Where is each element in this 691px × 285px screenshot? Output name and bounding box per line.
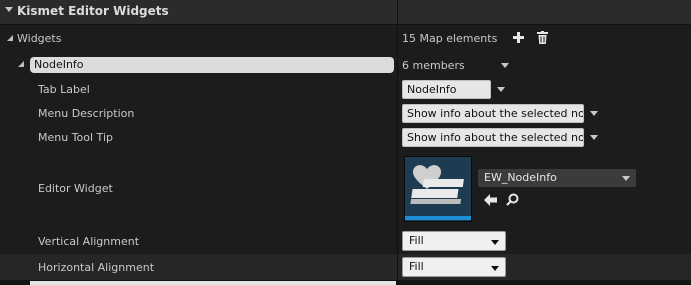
widget-blueprint-icon: [405, 165, 471, 220]
map-key-text: NodeInfo: [34, 58, 84, 71]
chevron-down-icon[interactable]: [501, 63, 509, 68]
chevron-down-icon: [491, 266, 499, 271]
category-title: Kismet Editor Widgets: [17, 4, 169, 18]
asset-thumbnail[interactable]: [404, 156, 472, 222]
arrow-left-icon[interactable]: [484, 194, 497, 206]
widgets-row: [0, 25, 691, 52]
expand-arrow-icon[interactable]: [18, 61, 24, 67]
horizontal-alignment-select[interactable]: Fill: [402, 257, 506, 277]
chevron-down-icon[interactable]: [590, 135, 598, 140]
menu-description-value: Show info about the selected node: [407, 107, 584, 120]
tab-label-row: [0, 77, 691, 101]
tab-label-value: NodeInfo: [407, 83, 457, 96]
collapse-arrow-icon[interactable]: [5, 7, 13, 12]
menu-tooltip-input[interactable]: Show info about the selected node: [402, 128, 584, 147]
vertical-alignment-value: Fill: [409, 234, 424, 247]
horizontal-alignment-label: Horizontal Alignment: [38, 261, 155, 274]
asset-picker-combo[interactable]: EW_NodeInfo: [478, 169, 636, 187]
column-divider[interactable]: [397, 0, 398, 285]
chevron-down-icon: [622, 176, 630, 181]
widgets-label: Widgets: [17, 32, 62, 45]
horizontal-alignment-value: Fill: [409, 260, 424, 273]
menu-description-label: Menu Description: [38, 107, 135, 120]
trash-icon[interactable]: [537, 31, 548, 44]
map-elements-count: 15 Map elements: [402, 32, 498, 45]
editor-widget-label: Editor Widget: [38, 182, 113, 195]
chevron-down-icon[interactable]: [497, 87, 505, 92]
vertical-alignment-select[interactable]: Fill: [402, 231, 506, 251]
next-entry-field-edge: [30, 281, 396, 285]
tab-label-input[interactable]: NodeInfo: [402, 80, 491, 99]
expand-arrow-icon[interactable]: [7, 35, 13, 41]
vertical-alignment-label: Vertical Alignment: [38, 235, 140, 248]
plus-icon[interactable]: [513, 32, 524, 43]
menu-tooltip-label: Menu Tool Tip: [38, 131, 113, 144]
category-header[interactable]: Kismet Editor Widgets: [0, 0, 691, 25]
members-count: 6 members: [402, 59, 465, 72]
magnifier-icon[interactable]: [506, 193, 519, 206]
menu-tooltip-value: Show info about the selected node: [407, 131, 584, 144]
chevron-down-icon: [491, 240, 499, 245]
tab-label-label: Tab Label: [38, 83, 90, 96]
chevron-down-icon[interactable]: [590, 111, 598, 116]
asset-name: EW_NodeInfo: [484, 171, 557, 184]
menu-description-input[interactable]: Show info about the selected node: [402, 104, 584, 123]
map-key-field[interactable]: NodeInfo: [30, 57, 394, 73]
